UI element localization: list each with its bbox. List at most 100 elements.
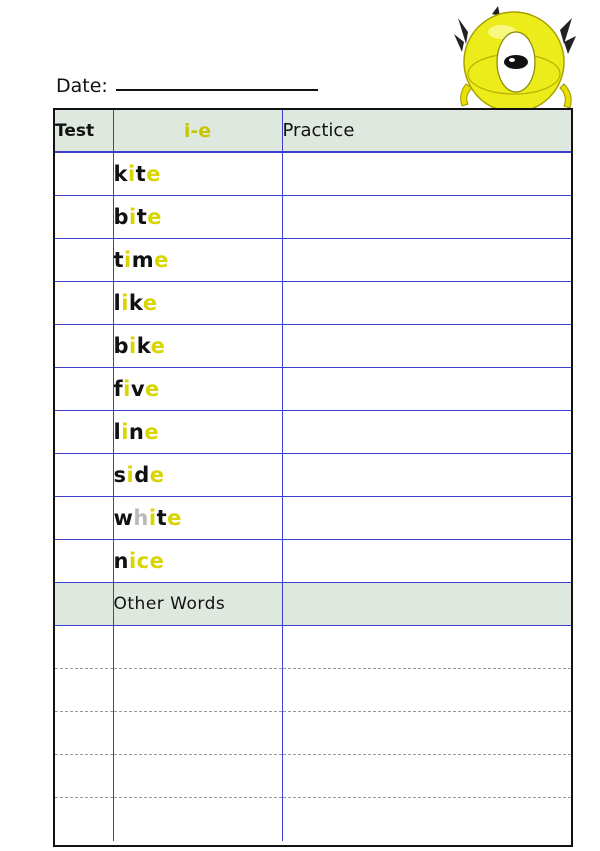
word-letter: b bbox=[113, 204, 130, 229]
word-letter: i bbox=[124, 247, 132, 272]
word-letter: v bbox=[130, 376, 146, 401]
word-letter: i bbox=[129, 333, 137, 358]
other-words-row: Other Words bbox=[55, 582, 571, 626]
word-grid: Test i-e Practice kite bite time like bike fi… bbox=[55, 110, 571, 841]
practice-column-header: Practice bbox=[282, 110, 571, 153]
word-row: bike bbox=[55, 324, 571, 368]
blank-practice-cell[interactable] bbox=[282, 625, 571, 669]
blank-row bbox=[55, 754, 571, 798]
word-letter: i bbox=[129, 204, 137, 229]
word-letter: i bbox=[148, 505, 157, 530]
word-letter: i bbox=[123, 376, 131, 401]
word-letter: b bbox=[113, 333, 130, 358]
blank-test-cell[interactable] bbox=[55, 754, 114, 798]
word-letter: n bbox=[128, 419, 145, 444]
word-letter: i bbox=[128, 548, 137, 573]
word-row: bite bbox=[55, 195, 571, 239]
blank-word-cell[interactable] bbox=[113, 711, 283, 755]
practice-cell[interactable] bbox=[282, 238, 571, 282]
spelling-word: nice bbox=[113, 539, 283, 583]
blank-test-cell[interactable] bbox=[55, 797, 114, 841]
word-letter: s bbox=[113, 462, 127, 487]
practice-cell[interactable] bbox=[282, 453, 571, 497]
spelling-word: like bbox=[113, 281, 283, 325]
word-letter: e bbox=[145, 376, 160, 401]
other-words-label: Other Words bbox=[113, 582, 283, 626]
test-cell[interactable] bbox=[55, 324, 114, 368]
spelling-word: bike bbox=[113, 324, 283, 368]
word-row: side bbox=[55, 453, 571, 497]
word-letter: t bbox=[156, 505, 168, 530]
word-letter: w bbox=[113, 505, 134, 530]
word-letter: i bbox=[121, 290, 129, 315]
blank-test-cell[interactable] bbox=[55, 625, 114, 669]
word-letter: e bbox=[149, 462, 165, 487]
blank-word-cell[interactable] bbox=[113, 754, 283, 798]
practice-cell[interactable] bbox=[282, 195, 571, 239]
word-letter: m bbox=[131, 247, 155, 272]
word-letter: k bbox=[128, 290, 143, 315]
word-letter: i bbox=[127, 161, 136, 186]
word-row: white bbox=[55, 496, 571, 540]
word-letter: n bbox=[113, 548, 129, 573]
word-row: five bbox=[55, 367, 571, 411]
spelling-table: Test i-e Practice kite bite time like bike fi… bbox=[53, 108, 573, 847]
word-letter: t bbox=[113, 247, 125, 272]
blank-row bbox=[55, 625, 571, 669]
spelling-word: line bbox=[113, 410, 283, 454]
word-letter: e bbox=[142, 290, 158, 315]
test-cell[interactable] bbox=[55, 152, 114, 196]
word-letter: t bbox=[135, 161, 147, 186]
date-write-line[interactable] bbox=[116, 89, 318, 91]
test-cell[interactable] bbox=[55, 238, 114, 282]
practice-cell[interactable] bbox=[282, 367, 571, 411]
blank-row bbox=[55, 711, 571, 755]
blank-practice-cell[interactable] bbox=[282, 711, 571, 755]
test-cell[interactable] bbox=[55, 410, 114, 454]
practice-cell[interactable] bbox=[282, 539, 571, 583]
spelling-word: kite bbox=[113, 152, 283, 196]
word-letter: d bbox=[134, 462, 150, 487]
practice-cell[interactable] bbox=[282, 410, 571, 454]
word-letter: c bbox=[136, 548, 150, 573]
word-row: time bbox=[55, 238, 571, 282]
practice-cell[interactable] bbox=[282, 496, 571, 540]
word-letter: e bbox=[144, 419, 160, 444]
practice-cell[interactable] bbox=[282, 152, 571, 196]
blank-word-cell[interactable] bbox=[113, 668, 283, 712]
word-row: kite bbox=[55, 152, 571, 196]
blank-test-cell[interactable] bbox=[55, 711, 114, 755]
word-letter: i bbox=[121, 419, 129, 444]
test-cell[interactable] bbox=[55, 281, 114, 325]
blank-practice-cell[interactable] bbox=[282, 797, 571, 841]
word-letter: e bbox=[154, 247, 169, 272]
test-cell[interactable] bbox=[55, 496, 114, 540]
date-label: Date: bbox=[56, 75, 108, 97]
other-words-practice-cell bbox=[282, 582, 571, 626]
word-letter: e bbox=[149, 548, 165, 573]
spelling-word: white bbox=[113, 496, 283, 540]
blank-test-cell[interactable] bbox=[55, 668, 114, 712]
practice-cell[interactable] bbox=[282, 281, 571, 325]
blank-practice-cell[interactable] bbox=[282, 668, 571, 712]
test-cell[interactable] bbox=[55, 539, 114, 583]
spelling-word: side bbox=[113, 453, 283, 497]
word-letter: t bbox=[136, 204, 148, 229]
word-letter: k bbox=[113, 161, 128, 186]
date-field: Date: bbox=[56, 72, 108, 96]
spelling-word: five bbox=[113, 367, 283, 411]
word-row: line bbox=[55, 410, 571, 454]
blank-word-cell[interactable] bbox=[113, 625, 283, 669]
spelling-word: bite bbox=[113, 195, 283, 239]
blank-row bbox=[55, 797, 571, 841]
blank-word-cell[interactable] bbox=[113, 797, 283, 841]
blank-practice-cell[interactable] bbox=[282, 754, 571, 798]
test-cell[interactable] bbox=[55, 453, 114, 497]
test-cell[interactable] bbox=[55, 367, 114, 411]
practice-cell[interactable] bbox=[282, 324, 571, 368]
word-row: nice bbox=[55, 539, 571, 583]
word-letter: h bbox=[133, 505, 149, 530]
test-cell[interactable] bbox=[55, 195, 114, 239]
other-words-test-cell bbox=[55, 582, 114, 626]
test-column-header: Test bbox=[55, 110, 114, 153]
